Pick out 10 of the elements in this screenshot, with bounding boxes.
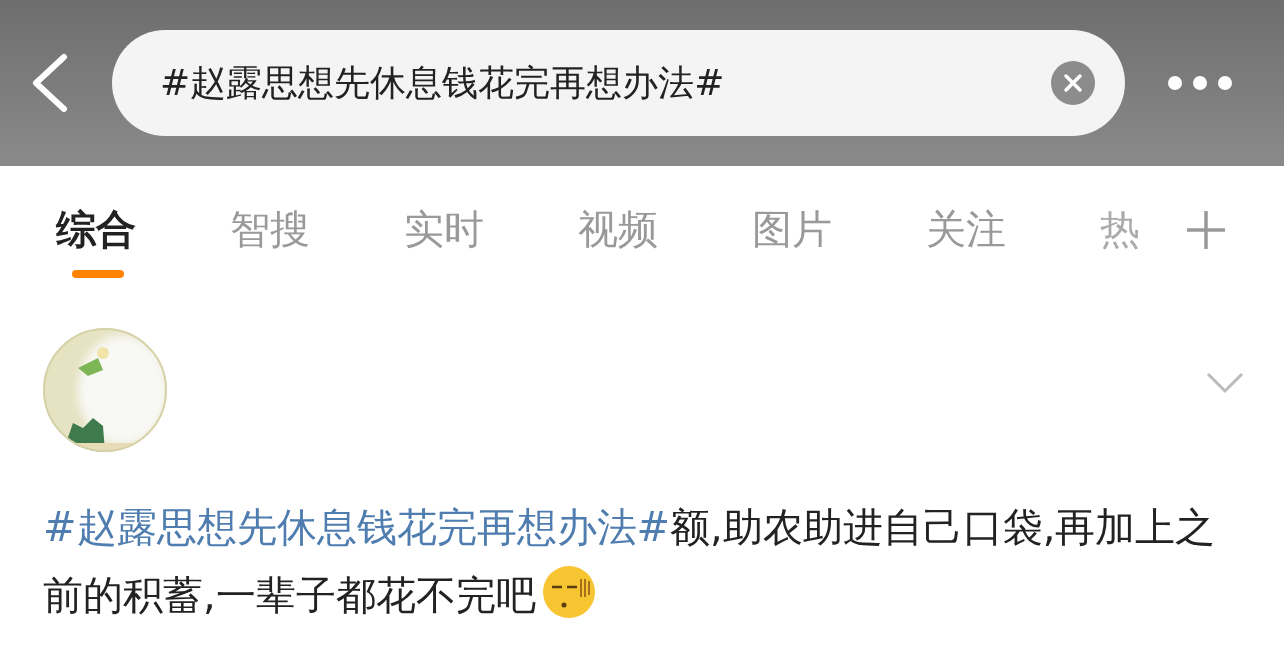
tab[interactable]: 热 xyxy=(1094,202,1140,256)
tab[interactable]: 综合 xyxy=(50,202,136,256)
tab[interactable]: 实时 xyxy=(398,202,484,256)
tab[interactable]: 视频 xyxy=(572,202,658,256)
hashtag-link[interactable]: #赵露思想先休息钱花完再想办法# xyxy=(43,504,671,550)
tab[interactable]: 图片 xyxy=(746,202,832,256)
tab[interactable]: 智搜 xyxy=(224,202,310,256)
post-text: #赵露思想先休息钱花完再想办法#额,助农助进自己口袋,再加上之前的积蓄,一辈子都花不完吧 xyxy=(43,503,1217,621)
search-field[interactable]: #赵露思想先休息钱花完再想办法# xyxy=(112,30,1125,136)
tab[interactable]: 关注 xyxy=(920,202,1006,256)
